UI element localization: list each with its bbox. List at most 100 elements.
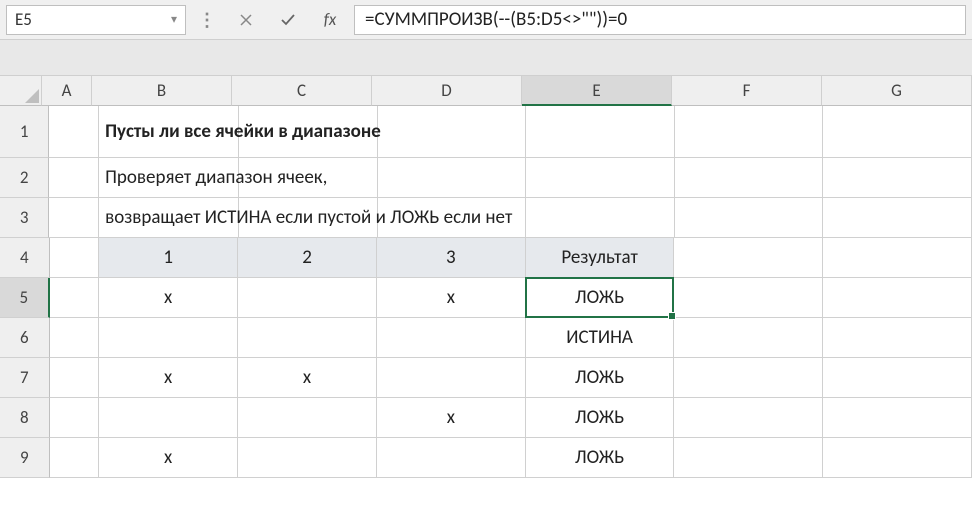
cell-D5[interactable]: x bbox=[377, 278, 526, 318]
cell-A6[interactable] bbox=[50, 318, 100, 358]
cell-C7[interactable]: x bbox=[238, 358, 377, 398]
row-header-9[interactable]: 9 bbox=[0, 438, 50, 478]
cell-A5[interactable] bbox=[50, 278, 100, 318]
cell-G2[interactable] bbox=[823, 158, 972, 198]
col-header-G[interactable]: G bbox=[822, 76, 972, 106]
row-header-1[interactable]: 1 bbox=[0, 106, 49, 158]
cell-D2[interactable] bbox=[378, 158, 527, 198]
cell-F8[interactable] bbox=[674, 398, 823, 438]
formula-text: =СУММПРОИЗВ(--(B5:D5<>""))=0 bbox=[365, 8, 627, 31]
cell-F4[interactable] bbox=[674, 238, 823, 278]
fx-icon: fx bbox=[324, 9, 337, 30]
cell-E4[interactable]: Результат bbox=[526, 238, 675, 278]
cell-A4[interactable] bbox=[50, 238, 100, 278]
cell-B8[interactable] bbox=[99, 398, 238, 438]
cell-C8[interactable] bbox=[238, 398, 377, 438]
row-header-6[interactable]: 6 bbox=[0, 318, 50, 358]
cell-A8[interactable] bbox=[50, 398, 100, 438]
select-all-corner[interactable] bbox=[0, 76, 42, 106]
row-header-4[interactable]: 4 bbox=[0, 238, 50, 278]
cell-B7[interactable]: x bbox=[99, 358, 238, 398]
cell-D7[interactable] bbox=[377, 358, 526, 398]
cell-F7[interactable] bbox=[674, 358, 823, 398]
cell-D6[interactable] bbox=[377, 318, 526, 358]
row-5: 5 x x ЛОЖЬ bbox=[0, 278, 972, 318]
cell-A1[interactable] bbox=[49, 106, 99, 158]
cell-B6[interactable] bbox=[99, 318, 238, 358]
check-icon bbox=[279, 11, 297, 29]
cell-E1[interactable] bbox=[526, 106, 675, 158]
row-4: 4 1 2 3 Результат bbox=[0, 238, 972, 278]
col-header-C[interactable]: C bbox=[232, 76, 372, 106]
col-header-A[interactable]: A bbox=[42, 76, 92, 106]
cell-G4[interactable] bbox=[823, 238, 972, 278]
row-1: 1 Пусты ли все ячейки в диапазоне bbox=[0, 106, 972, 158]
cell-F5[interactable] bbox=[674, 278, 823, 318]
cell-E2[interactable] bbox=[526, 158, 675, 198]
cell-B3[interactable]: возвращает ИСТИНА если пустой и ЛОЖЬ есл… bbox=[99, 198, 239, 238]
cell-E5[interactable]: ЛОЖЬ bbox=[526, 278, 675, 318]
cell-B2[interactable]: Проверяет диапазон ячеек, bbox=[99, 158, 239, 198]
cell-G8[interactable] bbox=[823, 398, 972, 438]
cell-A7[interactable] bbox=[50, 358, 100, 398]
cell-D8[interactable]: x bbox=[377, 398, 526, 438]
row-header-5[interactable]: 5 bbox=[0, 278, 50, 318]
row-3: 3 возвращает ИСТИНА если пустой и ЛОЖЬ е… bbox=[0, 198, 972, 238]
cell-B4[interactable]: 1 bbox=[99, 238, 238, 278]
cell-F2[interactable] bbox=[675, 158, 824, 198]
row-header-7[interactable]: 7 bbox=[0, 358, 50, 398]
cell-G7[interactable] bbox=[823, 358, 972, 398]
cell-F6[interactable] bbox=[674, 318, 823, 358]
name-box-value: E5 bbox=[15, 9, 171, 30]
row-8: 8 x ЛОЖЬ bbox=[0, 398, 972, 438]
cell-E9[interactable]: ЛОЖЬ bbox=[526, 438, 675, 478]
cancel-button[interactable] bbox=[228, 5, 264, 35]
cell-G6[interactable] bbox=[823, 318, 972, 358]
cell-E3[interactable] bbox=[526, 198, 675, 238]
column-headers-row: A B C D E F G bbox=[0, 76, 972, 106]
chevron-down-icon[interactable]: ▾ bbox=[171, 12, 177, 27]
row-9: 9 x ЛОЖЬ bbox=[0, 438, 972, 478]
separator-icon: ⋮ bbox=[192, 9, 222, 31]
cell-E6[interactable]: ИСТИНА bbox=[526, 318, 675, 358]
col-header-D[interactable]: D bbox=[372, 76, 522, 106]
row-header-3[interactable]: 3 bbox=[0, 198, 49, 238]
row-header-2[interactable]: 2 bbox=[0, 158, 49, 198]
row-header-8[interactable]: 8 bbox=[0, 398, 50, 438]
cell-A3[interactable] bbox=[49, 198, 99, 238]
cell-B9[interactable]: x bbox=[99, 438, 238, 478]
cell-C9[interactable] bbox=[238, 438, 377, 478]
cell-E8[interactable]: ЛОЖЬ bbox=[526, 398, 675, 438]
cell-A9[interactable] bbox=[50, 438, 100, 478]
cell-G5[interactable] bbox=[823, 278, 972, 318]
name-box[interactable]: E5 ▾ bbox=[6, 5, 186, 35]
formula-input[interactable]: =СУММПРОИЗВ(--(B5:D5<>""))=0 bbox=[354, 5, 966, 35]
cell-C6[interactable] bbox=[238, 318, 377, 358]
formula-bar: E5 ▾ ⋮ fx =СУММПРОИЗВ(--(B5:D5<>""))=0 bbox=[0, 0, 972, 40]
cell-F1[interactable] bbox=[675, 106, 824, 158]
cell-D9[interactable] bbox=[377, 438, 526, 478]
cell-C4[interactable]: 2 bbox=[238, 238, 377, 278]
cell-B1[interactable]: Пусты ли все ячейки в диапазоне bbox=[99, 106, 239, 158]
cell-B5[interactable]: x bbox=[99, 278, 238, 318]
cell-F9[interactable] bbox=[674, 438, 823, 478]
cell-G3[interactable] bbox=[823, 198, 972, 238]
insert-function-button[interactable]: fx bbox=[312, 5, 348, 35]
enter-button[interactable] bbox=[270, 5, 306, 35]
cell-E7[interactable]: ЛОЖЬ bbox=[526, 358, 675, 398]
col-header-B[interactable]: B bbox=[92, 76, 232, 106]
col-header-F[interactable]: F bbox=[672, 76, 822, 106]
cell-G1[interactable] bbox=[823, 106, 972, 158]
cell-C5[interactable] bbox=[238, 278, 377, 318]
cell-F3[interactable] bbox=[675, 198, 824, 238]
col-header-E[interactable]: E bbox=[522, 76, 672, 106]
cell-A2[interactable] bbox=[49, 158, 99, 198]
row-7: 7 x x ЛОЖЬ bbox=[0, 358, 972, 398]
row-2: 2 Проверяет диапазон ячеек, bbox=[0, 158, 972, 198]
cell-D1[interactable] bbox=[378, 106, 527, 158]
toolbar-gap bbox=[0, 40, 972, 76]
row-6: 6 ИСТИНА bbox=[0, 318, 972, 358]
cell-G9[interactable] bbox=[823, 438, 972, 478]
close-icon bbox=[238, 12, 254, 28]
cell-D4[interactable]: 3 bbox=[377, 238, 526, 278]
